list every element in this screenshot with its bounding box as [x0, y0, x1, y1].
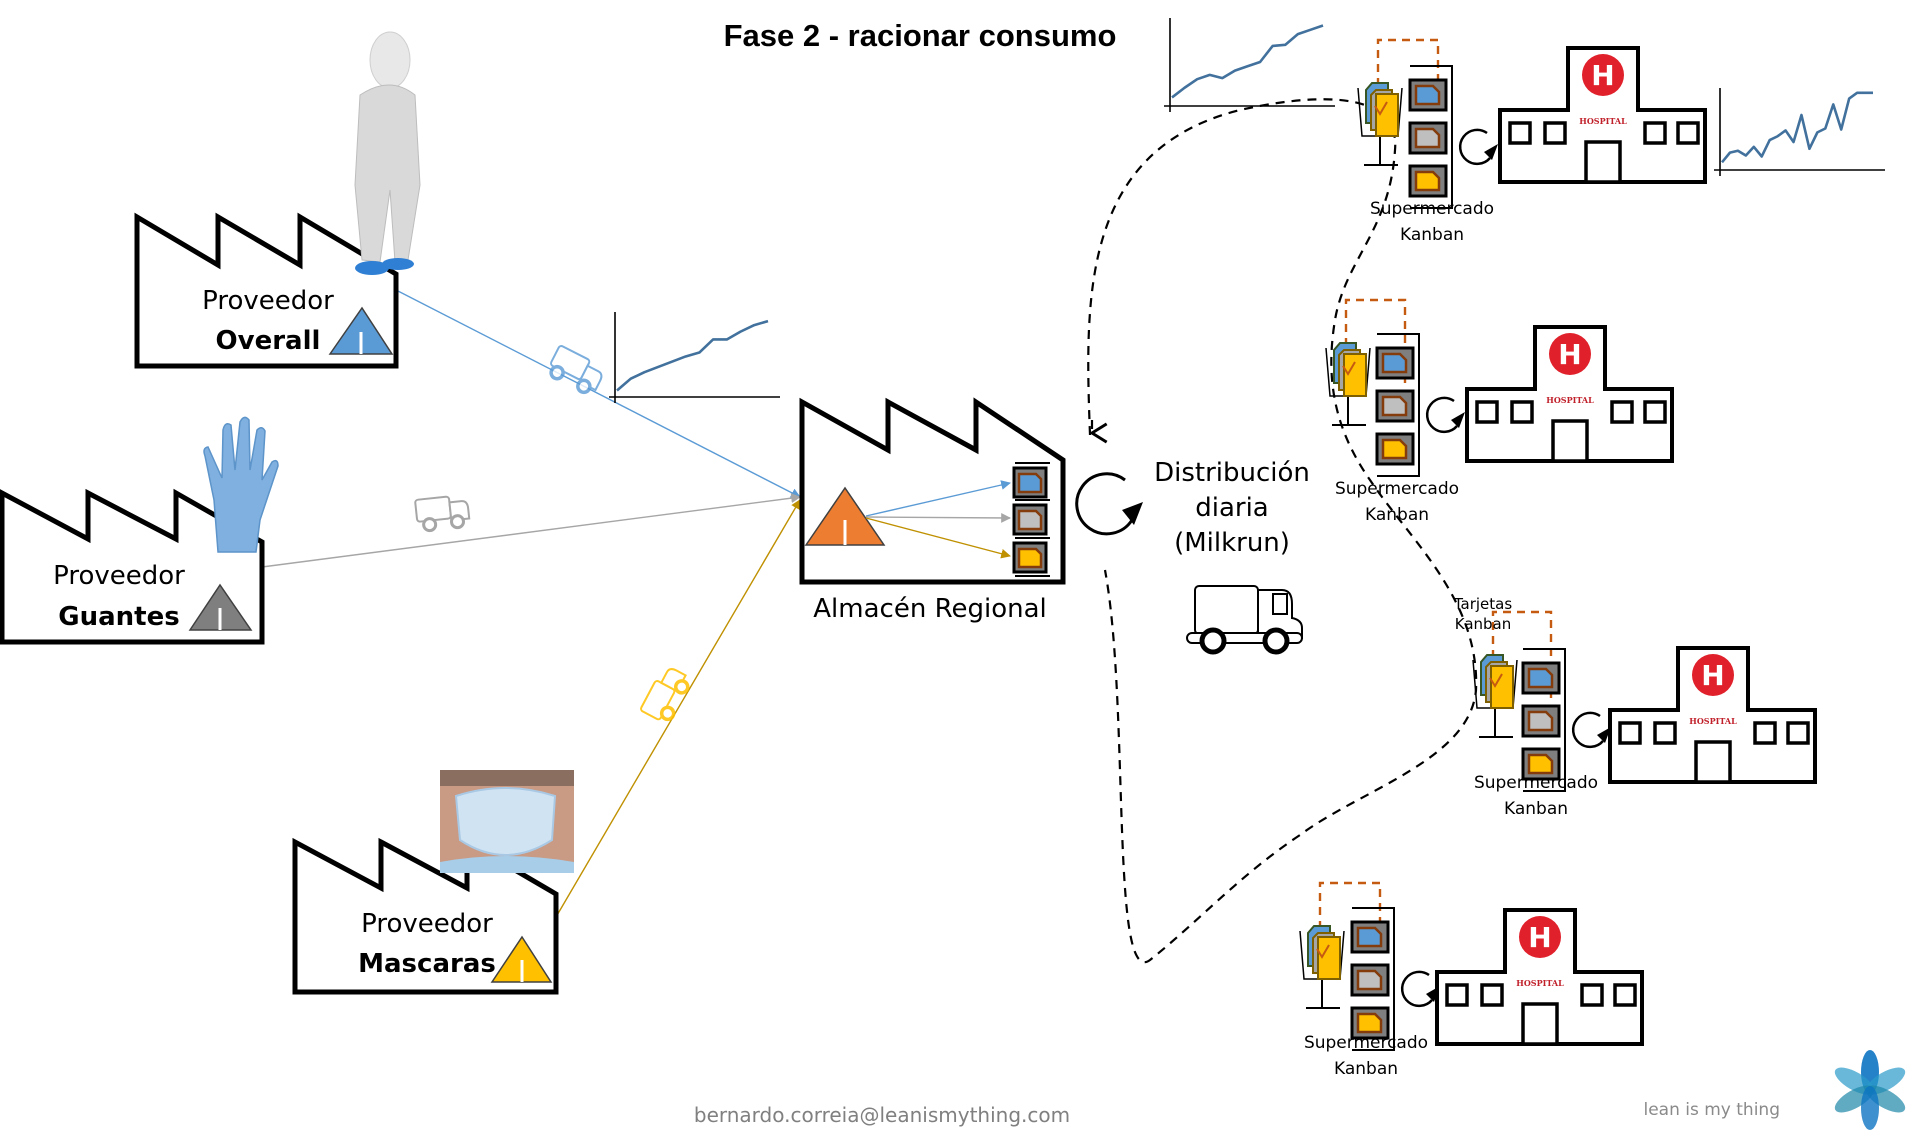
supplier-label-line2: Overall: [216, 326, 321, 356]
trend-chart-top-center: [1164, 18, 1335, 112]
cycle-arrow-icon: [1571, 711, 1611, 749]
distribution-label-line2: diaria: [1195, 493, 1269, 523]
supermarket-label-line1: Supermercado: [1335, 479, 1459, 499]
lotus-flower-icon: [1834, 1050, 1906, 1130]
supermarket-label-line1: Supermercado: [1474, 773, 1598, 793]
hospital-group[interactable]: H HOSPITAL Supermercado Kanban Tarjetas Kanba…: [1453, 595, 1817, 819]
brand-logo: lean is my thing: [1643, 1050, 1906, 1130]
hospital-h-letter: H: [1591, 59, 1614, 92]
distribution-label-line3: (Milkrun): [1174, 528, 1290, 558]
hospital-group[interactable]: H HOSPITAL Supermercado Kanban: [1325, 298, 1674, 525]
hospital-building-icon[interactable]: H HOSPITAL: [1608, 646, 1817, 784]
trend-series-line: [1720, 91, 1873, 164]
truck-icon-mascaras: [640, 668, 690, 722]
hospital-sign: HOSPITAL: [1516, 978, 1564, 988]
supply-line-overall: [395, 289, 801, 498]
supplier-label-line1: Proveedor: [361, 909, 493, 939]
hospital-sign: HOSPITAL: [1546, 395, 1594, 405]
supplier-label-line2: Guantes: [58, 602, 179, 632]
warehouse-almacen-regional[interactable]: Almacén Regional: [799, 397, 1066, 624]
milkrun-truck-icon: [1186, 585, 1303, 655]
supply-line-mascaras: [555, 499, 801, 918]
worker-in-overall-image: [354, 31, 421, 275]
truck-icon-guantes: [414, 495, 471, 533]
trend-chart-top-right: [1714, 88, 1885, 176]
supermarket-shelf-icon: [1012, 462, 1050, 577]
value-stream-diagram: Fase 2 - racionar consumo Proveedor Over…: [0, 18, 1906, 1130]
hospital-h-letter: H: [1701, 659, 1724, 692]
kanban-cards-label-line1: Tarjetas: [1453, 595, 1513, 613]
supermarket-label-line2: Kanban: [1400, 225, 1464, 245]
supermarket-shelf-icon: [1350, 907, 1395, 1051]
supermarket-label-line1: Supermercado: [1304, 1033, 1428, 1053]
warehouse-label: Almacén Regional: [813, 594, 1046, 624]
hospital-sign: HOSPITAL: [1579, 116, 1627, 126]
supermarket-label-line2: Kanban: [1334, 1059, 1398, 1079]
brand-text: lean is my thing: [1643, 1100, 1780, 1120]
supplier-label-line1: Proveedor: [53, 561, 185, 591]
hospital-groups: H HOSPITAL Supermercado Kanban H HOSPITAL Supe…: [1299, 38, 1817, 1079]
hospital-h-letter: H: [1528, 921, 1551, 954]
hospital-building-icon[interactable]: H HOSPITAL: [1465, 325, 1674, 463]
kanban-cards-label-line2: Kanban: [1455, 615, 1512, 633]
diagram-title: Fase 2 - racionar consumo: [724, 18, 1117, 53]
trend-series-line: [616, 319, 769, 392]
distribution-label-line1: Distribución: [1154, 458, 1310, 488]
supermarket-shelf-icon: [1521, 648, 1566, 792]
trend-series-line: [1171, 24, 1324, 99]
hospital-sign: HOSPITAL: [1689, 716, 1737, 726]
trend-chart-overall: [609, 312, 780, 403]
flow-arrow-gray: [865, 513, 1011, 523]
supplier-guantes[interactable]: Proveedor Guantes: [0, 416, 279, 645]
supermarket-label-line2: Kanban: [1504, 799, 1568, 819]
hospital-group[interactable]: H HOSPITAL Supermercado Kanban: [1357, 38, 1707, 245]
supplier-mascaras[interactable]: Proveedor Mascaras: [292, 770, 574, 995]
supplier-overall[interactable]: Proveedor Overall: [134, 31, 421, 369]
supplier-label-line2: Mascaras: [358, 949, 496, 979]
supply-line-guantes: [261, 493, 801, 568]
surgical-mask-face-image: [440, 770, 574, 873]
supermarket-shelf-icon: [1375, 333, 1420, 477]
supermarket-label-line2: Kanban: [1365, 505, 1429, 525]
hospital-h-letter: H: [1558, 338, 1581, 371]
footer-email[interactable]: bernardo.correia@leanismything.com: [694, 1103, 1070, 1127]
kanban-card-post-icon: [1472, 654, 1518, 738]
hospital-group[interactable]: H HOSPITAL Supermercado Kanban: [1299, 881, 1644, 1079]
supplier-label-line1: Proveedor: [202, 286, 334, 316]
supermarket-label-line1: Supermercado: [1370, 199, 1494, 219]
cycle-arrow-icon: [1425, 396, 1465, 434]
kanban-card-post-icon: [1325, 342, 1371, 426]
hospital-building-icon[interactable]: H HOSPITAL: [1498, 46, 1707, 184]
hospital-building-icon[interactable]: H HOSPITAL: [1435, 908, 1644, 1046]
kanban-card-post-icon: [1299, 925, 1345, 1009]
cycle-arrow-icon: [1075, 472, 1143, 536]
cycle-arrow-icon: [1458, 128, 1498, 166]
truck-icon-overall: [549, 345, 603, 395]
cycle-arrow-icon: [1400, 970, 1440, 1008]
supermarket-shelf-icon: [1408, 65, 1453, 209]
